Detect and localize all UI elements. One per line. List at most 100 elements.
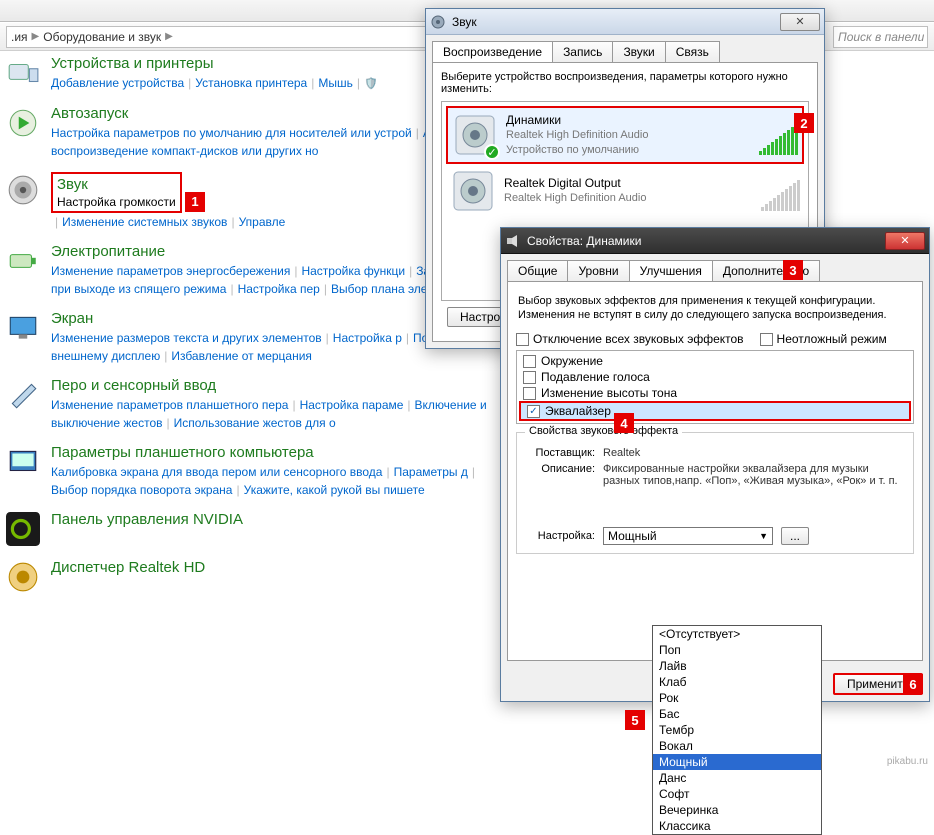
link[interactable]: Настройка параметров по умолчанию для но… xyxy=(51,126,412,140)
tab-Связь[interactable]: Связь xyxy=(665,41,720,62)
link[interactable]: Изменение параметров энергосбережения xyxy=(51,264,290,278)
link[interactable]: Изменение параметров планшетного пера xyxy=(51,398,288,412)
more-button[interactable]: ... xyxy=(781,527,809,545)
link[interactable]: Изменение размеров текста и других элеме… xyxy=(51,331,322,345)
preset-selected: Мощный xyxy=(608,529,657,543)
watermark: pikabu.ru xyxy=(887,756,928,767)
category-links: Калибровка экрана для ввода пером или се… xyxy=(51,463,515,499)
tablet-icon xyxy=(5,444,41,480)
tab-Уровни[interactable]: Уровни xyxy=(567,260,629,281)
callout-badge-3: 3 xyxy=(783,260,803,280)
callout-badge-5: 5 xyxy=(625,710,645,730)
effect-label: Эквалайзер xyxy=(545,404,611,418)
dropdown-option[interactable]: Мощный xyxy=(653,754,821,770)
description-text: Выбор звуковых эффектов для применения к… xyxy=(518,294,912,322)
nvidia-icon xyxy=(5,511,41,547)
link[interactable]: Настройка пер xyxy=(238,282,320,296)
link[interactable]: Избавление от мерцания xyxy=(171,349,312,363)
breadcrumb-item[interactable]: Оборудование и звук xyxy=(43,30,161,44)
checkbox-icon: ✓ xyxy=(527,405,540,418)
dropdown-option[interactable]: Данс xyxy=(653,770,821,786)
device-item[interactable]: ✓ Динамики Realtek High Definition Audio… xyxy=(446,106,804,164)
close-button[interactable]: ✕ xyxy=(885,232,925,250)
checkbox-icon xyxy=(523,371,536,384)
dropdown-option[interactable]: Софт xyxy=(653,786,821,802)
pen-icon xyxy=(5,377,41,413)
chevron-right-icon: ▶ xyxy=(165,31,173,42)
tab-Дополнительно[interactable]: Дополнительно xyxy=(712,260,820,281)
tab-Улучшения[interactable]: Улучшения xyxy=(629,260,713,281)
dropdown-option[interactable]: Поп xyxy=(653,642,821,658)
disable-effects-checkbox[interactable]: Отключение всех звуковых эффектов xyxy=(516,332,744,346)
urgent-mode-checkbox[interactable]: Неотложный режим xyxy=(760,332,887,346)
link[interactable]: Добавление устройства xyxy=(51,76,184,90)
dropdown-option[interactable]: Клаб xyxy=(653,674,821,690)
effects-list[interactable]: ОкружениеПодавление голосаИзменение высо… xyxy=(516,350,914,424)
dropdown-option[interactable]: Рок xyxy=(653,690,821,706)
dialog-title: Свойства: Динамики xyxy=(527,234,879,248)
search-input[interactable]: Поиск в панели у xyxy=(833,26,928,48)
link[interactable]: Мышь xyxy=(318,76,353,90)
dropdown-option[interactable]: Классика xyxy=(653,818,821,834)
category-links: Изменение параметров планшетного пера|На… xyxy=(51,396,515,432)
link[interactable]: Настройка р xyxy=(333,331,402,345)
property-row: Описание:Фиксированные настройки эквалай… xyxy=(525,463,905,487)
tab-Запись[interactable]: Запись xyxy=(552,41,613,62)
property-value: Realtek xyxy=(603,447,905,459)
dropdown-option[interactable]: Вокал xyxy=(653,738,821,754)
effect-item[interactable]: Подавление голоса xyxy=(517,369,913,385)
category-title[interactable]: Панель управления NVIDIA xyxy=(51,511,515,528)
device-icon xyxy=(450,168,496,214)
shield-icon: 🛡️ xyxy=(364,78,378,90)
dropdown-option[interactable]: Вечеринка xyxy=(653,802,821,818)
effect-item[interactable]: Окружение xyxy=(517,353,913,369)
link[interactable]: Установка принтера xyxy=(195,76,307,90)
link[interactable]: Настройка параме xyxy=(300,398,404,412)
group-title: Свойства звукового эффекта xyxy=(525,425,682,437)
category-title[interactable]: Звук xyxy=(57,176,176,193)
category-title[interactable]: Перо и сенсорный ввод xyxy=(51,377,515,394)
tab-Воспроизведение[interactable]: Воспроизведение xyxy=(432,41,553,62)
effect-item[interactable]: Изменение высоты тона xyxy=(517,385,913,401)
link[interactable]: Выбор порядка поворота экрана xyxy=(51,483,232,497)
preset-dropdown[interactable]: <Отсутствует>ПопЛайвКлабРокБасТембрВокал… xyxy=(652,625,822,835)
preset-label: Настройка: xyxy=(525,530,595,542)
titlebar[interactable]: Звук ✕ xyxy=(426,9,824,35)
link[interactable]: Калибровка экрана для ввода пером или се… xyxy=(51,465,382,479)
device-name: Realtek Digital Output xyxy=(504,176,753,191)
tab-page: Выбор звуковых эффектов для применения к… xyxy=(507,281,923,661)
device-driver: Realtek High Definition Audio xyxy=(506,128,751,143)
dropdown-option[interactable]: Лайв xyxy=(653,658,821,674)
search-placeholder: Поиск в панели у xyxy=(838,30,928,44)
dropdown-option[interactable]: <Отсутствует> xyxy=(653,626,821,642)
chevron-down-icon: ▼ xyxy=(759,531,768,541)
link[interactable]: Параметры д xyxy=(394,465,468,479)
device-item[interactable]: Realtek Digital Output Realtek High Defi… xyxy=(446,164,804,218)
category-pen: Перо и сенсорный ввод Изменение параметро… xyxy=(5,377,515,432)
device-icon: ✓ xyxy=(452,112,498,158)
category-title[interactable]: Диспетчер Realtek HD xyxy=(51,559,515,576)
tab-Общие[interactable]: Общие xyxy=(507,260,568,281)
checkbox-label: Неотложный режим xyxy=(777,332,887,346)
tab-Звуки[interactable]: Звуки xyxy=(612,41,665,62)
effect-label: Изменение высоты тона xyxy=(541,386,677,400)
category-title[interactable]: Параметры планшетного компьютера xyxy=(51,444,515,461)
dropdown-option[interactable]: Тембр xyxy=(653,722,821,738)
preset-combobox[interactable]: Мощный ▼ xyxy=(603,527,773,545)
devices-icon xyxy=(5,55,41,91)
device-name: Динамики xyxy=(506,113,751,128)
link[interactable]: Изменение системных звуков xyxy=(62,215,227,229)
dropdown-option[interactable]: Бас xyxy=(653,706,821,722)
effect-item[interactable]: ✓ Эквалайзер xyxy=(519,401,911,421)
titlebar[interactable]: Свойства: Динамики ✕ xyxy=(501,228,929,254)
link[interactable]: Настройка функци xyxy=(301,264,405,278)
close-button[interactable]: ✕ xyxy=(780,13,820,31)
autoplay-icon xyxy=(5,105,41,141)
link[interactable]: Использование жестов для о xyxy=(174,416,336,430)
speaker-icon xyxy=(430,14,446,30)
link[interactable]: Управле xyxy=(239,215,286,229)
link[interactable]: Укажите, какой рукой вы пишете xyxy=(244,483,425,497)
checkbox-icon xyxy=(760,333,773,346)
link[interactable]: Настройка громкости xyxy=(57,195,176,209)
level-meter xyxy=(759,115,798,155)
